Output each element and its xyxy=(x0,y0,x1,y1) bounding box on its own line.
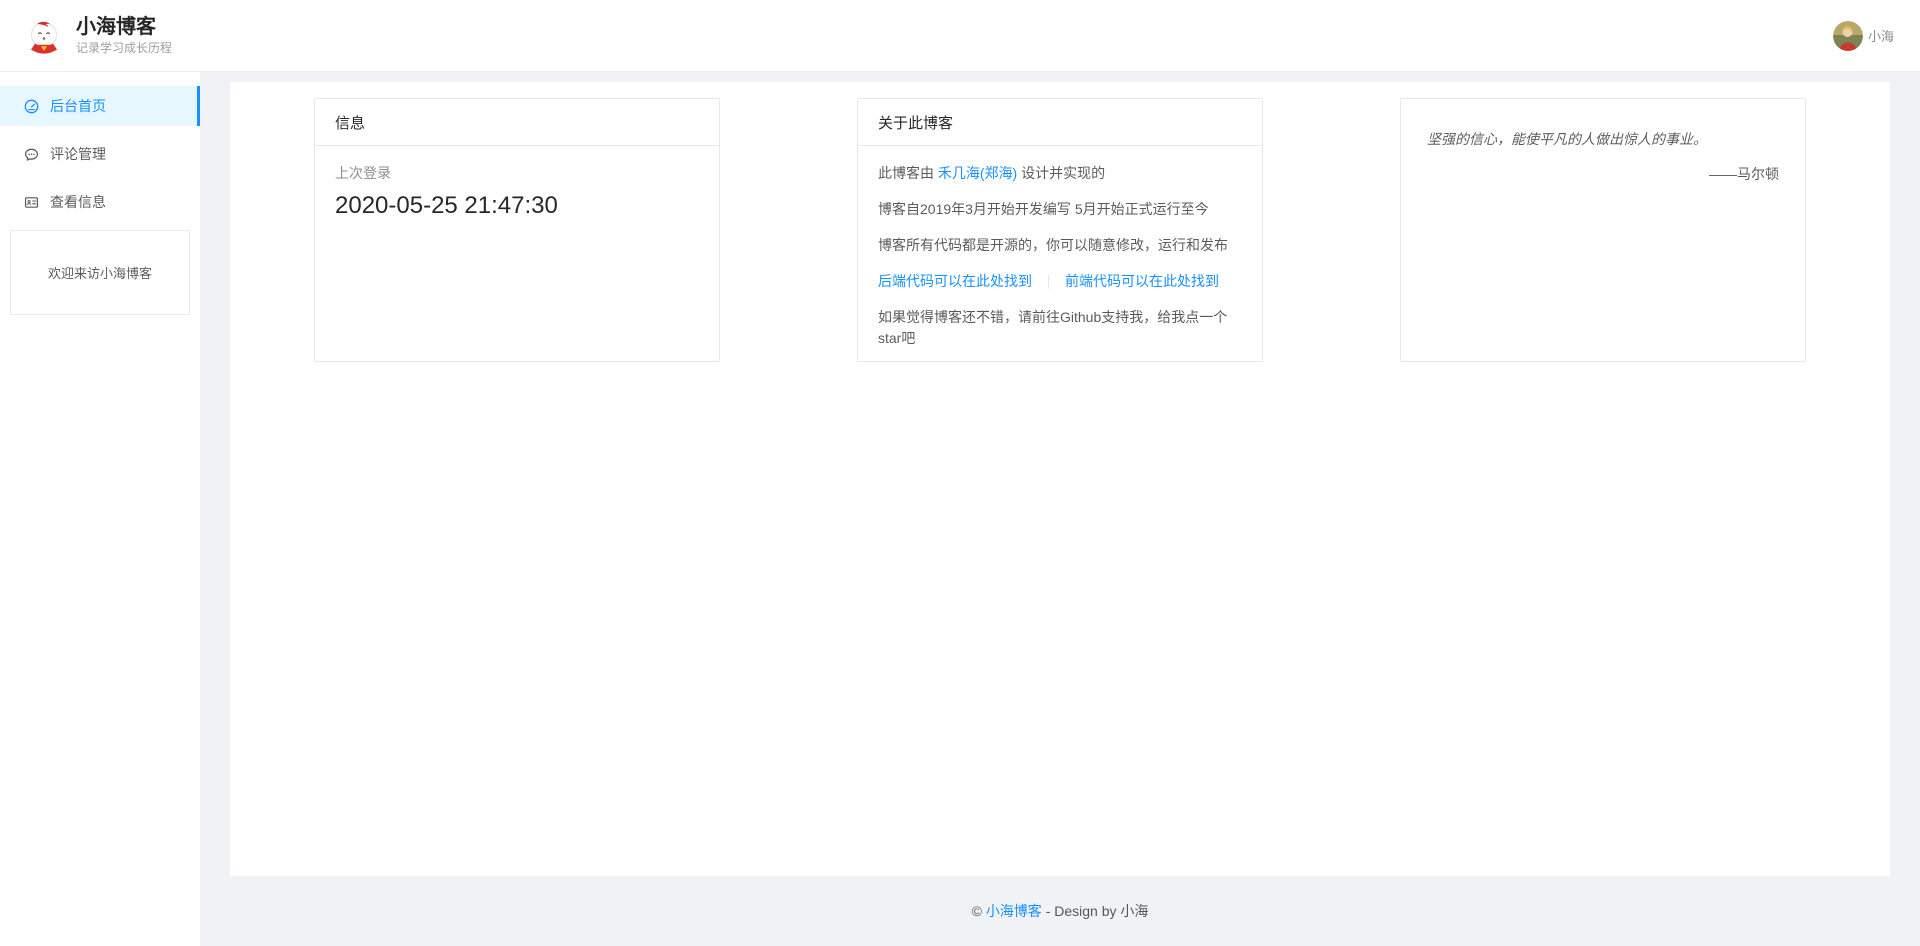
footer-site-link[interactable]: 小海博客 xyxy=(986,903,1042,919)
sidebar-item-comments[interactable]: 评论管理 xyxy=(0,134,200,174)
quote-text: 坚强的信心，能使平凡的人做出惊人的事业。 xyxy=(1427,129,1779,149)
app-header: 小海博客 记录学习成长历程 小海 xyxy=(0,0,1920,72)
quote-author: ——马尔顿 xyxy=(1427,164,1779,184)
last-login-label: 上次登录 xyxy=(335,163,699,183)
site-subtitle: 记录学习成长历程 xyxy=(76,40,172,57)
welcome-text: 欢迎来访小海博客 xyxy=(48,263,152,282)
about-line-opensource: 博客所有代码都是开源的，你可以随意修改，运行和发布 xyxy=(878,235,1242,256)
main-area: 信息 上次登录 2020-05-25 21:47:30 关于此博客 此博客由 禾… xyxy=(200,72,1920,946)
about-line1-suffix: 设计并实现的 xyxy=(1017,165,1105,181)
site-title: 小海博客 xyxy=(76,15,172,39)
about-line-author: 此博客由 禾几海(郑海) 设计并实现的 xyxy=(878,163,1242,184)
last-login-value: 2020-05-25 21:47:30 xyxy=(335,192,699,220)
about-card-title: 关于此博客 xyxy=(858,99,1262,146)
sidebar-item-label: 评论管理 xyxy=(50,144,106,164)
dashboard-icon xyxy=(24,99,39,114)
page-footer: © 小海博客 - Design by 小海 xyxy=(230,876,1890,946)
author-link[interactable]: 禾几海(郑海) xyxy=(938,165,1017,181)
layout: 后台首页 评论管理 xyxy=(0,72,1920,946)
comment-icon xyxy=(24,147,39,162)
frontend-code-link[interactable]: 前端代码可以在此处找到 xyxy=(1065,273,1219,289)
about-line-links: 后端代码可以在此处找到 前端代码可以在此处找到 xyxy=(878,271,1242,292)
footer-middle-text: - Design by xyxy=(1046,903,1117,919)
idcard-icon xyxy=(24,195,39,210)
sidebar-menu: 后台首页 评论管理 xyxy=(0,72,200,222)
info-card: 信息 上次登录 2020-05-25 21:47:30 xyxy=(314,98,720,362)
about-card: 关于此博客 此博客由 禾几海(郑海) 设计并实现的 博客自2019年3月开始开发… xyxy=(857,98,1263,362)
quote-card: 坚强的信心，能使平凡的人做出惊人的事业。 ——马尔顿 xyxy=(1400,98,1806,362)
sidebar-item-dashboard[interactable]: 后台首页 xyxy=(0,86,200,126)
backend-code-link[interactable]: 后端代码可以在此处找到 xyxy=(878,273,1032,289)
cartoon-superboy-logo-icon xyxy=(24,16,64,56)
site-logo-link[interactable]: 小海博客 记录学习成长历程 xyxy=(24,15,172,57)
user-menu[interactable]: 小海 xyxy=(1833,21,1894,51)
sidebar-item-view-info[interactable]: 查看信息 xyxy=(0,182,200,222)
sidebar-item-label: 后台首页 xyxy=(50,96,106,116)
welcome-box: 欢迎来访小海博客 xyxy=(10,230,190,315)
about-line1-prefix: 此博客由 xyxy=(878,165,938,181)
cards-row: 信息 上次登录 2020-05-25 21:47:30 关于此博客 此博客由 禾… xyxy=(230,82,1890,362)
info-card-title: 信息 xyxy=(315,99,719,146)
copyright-symbol: © xyxy=(972,903,982,919)
sidebar-item-label: 查看信息 xyxy=(50,192,106,212)
user-name: 小海 xyxy=(1868,26,1894,45)
about-line-star: 如果觉得博客还不错，请前往Github支持我，给我点一个star吧 xyxy=(878,307,1242,349)
user-avatar-icon xyxy=(1833,21,1863,51)
footer-author: 小海 xyxy=(1120,903,1148,919)
sidebar: 后台首页 评论管理 xyxy=(0,72,200,946)
about-line-history: 博客自2019年3月开始开发编写 5月开始正式运行至今 xyxy=(878,199,1242,220)
content-panel: 信息 上次登录 2020-05-25 21:47:30 关于此博客 此博客由 禾… xyxy=(230,82,1890,876)
vertical-divider xyxy=(1048,275,1049,289)
